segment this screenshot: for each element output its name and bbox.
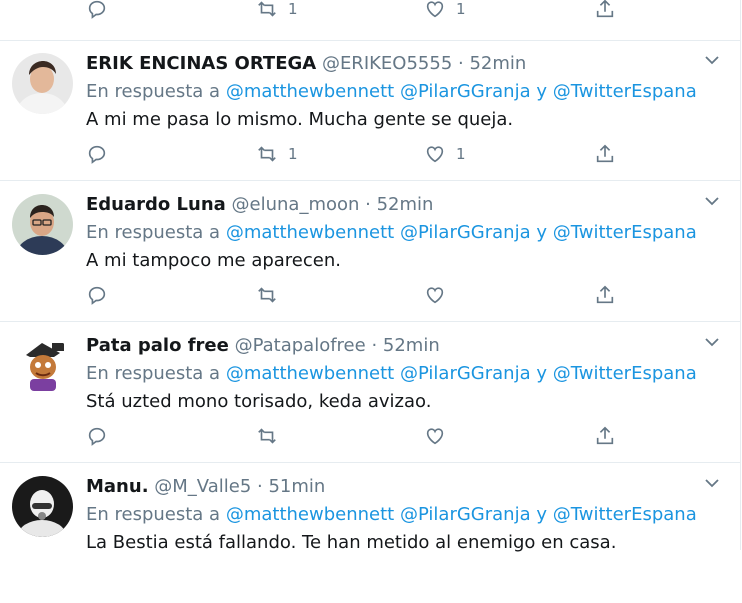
tweet-actions: 1 1 [86, 0, 626, 30]
mention-link[interactable]: @PilarGGranja [400, 504, 531, 525]
mention-link[interactable]: @TwitterEspana [553, 222, 697, 243]
reply-context: En respuesta a @matthewbennett @PilarGGr… [86, 504, 697, 526]
mention-link[interactable]: @PilarGGranja [400, 222, 531, 243]
tweet-actions: 1 1 [86, 141, 626, 167]
reply-and: y [536, 222, 548, 243]
like-count: 1 [456, 145, 466, 163]
reply-prefix: En respuesta a [86, 81, 221, 102]
reply-icon [86, 425, 108, 447]
display-name[interactable]: ERIK ENCINAS ORTEGA [86, 53, 316, 74]
share-button[interactable] [594, 141, 616, 167]
like-button[interactable] [424, 282, 456, 308]
reply-icon [86, 284, 108, 306]
mention-link[interactable]: @PilarGGranja [400, 81, 531, 102]
reply-button[interactable] [86, 423, 108, 449]
chevron-down-icon[interactable] [704, 334, 720, 350]
mention-link[interactable]: @PilarGGranja [400, 363, 531, 384]
retweet-button[interactable]: 1 [256, 0, 298, 22]
username[interactable]: @eluna_moon [232, 194, 360, 215]
reply-context: En respuesta a @matthewbennett @PilarGGr… [86, 363, 697, 385]
timestamp[interactable]: · 51min [257, 476, 325, 497]
avatar[interactable] [12, 194, 73, 255]
username[interactable]: @Patapalofree [235, 335, 366, 356]
tweet-text: Stá uzted mono torisado, keda avizao. [86, 391, 432, 412]
tweet-header: ERIK ENCINAS ORTEGA @ERIKEO5555 · 52min [86, 53, 526, 75]
tweet-actions [86, 282, 626, 308]
previous-tweet-actions: 1 1 [0, 0, 740, 41]
mention-link[interactable]: @TwitterEspana [553, 504, 697, 525]
heart-icon [424, 143, 446, 165]
retweet-button[interactable] [256, 282, 288, 308]
retweet-icon [256, 0, 278, 20]
like-button[interactable]: 1 [424, 0, 466, 22]
reply-context: En respuesta a @matthewbennett @PilarGGr… [86, 222, 697, 244]
display-name[interactable]: Manu. [86, 476, 149, 497]
avatar[interactable] [12, 476, 73, 537]
chevron-down-icon[interactable] [704, 475, 720, 491]
reply-prefix: En respuesta a [86, 504, 221, 525]
tweet-header: Pata palo free @Patapalofree · 52min [86, 335, 440, 357]
share-button[interactable] [594, 0, 616, 22]
share-icon [594, 284, 616, 306]
tweet[interactable]: Eduardo Luna @eluna_moon · 52min En resp… [0, 181, 740, 322]
retweet-button[interactable] [256, 423, 288, 449]
share-icon [594, 425, 616, 447]
tweet-text: La Bestia está fallando. Te han metido a… [86, 532, 617, 553]
tweet-actions [86, 423, 626, 449]
like-button[interactable] [424, 423, 456, 449]
retweet-icon [256, 284, 278, 306]
reply-prefix: En respuesta a [86, 222, 221, 243]
chevron-down-icon[interactable] [704, 52, 720, 68]
avatar[interactable] [12, 53, 73, 114]
heart-icon [424, 0, 446, 20]
timestamp[interactable]: · 52min [371, 335, 439, 356]
timeline-feed: 1 1 ERIK ENCINAS ORTEGA @ERIKEO5555 · 52… [0, 0, 741, 553]
like-button[interactable]: 1 [424, 141, 466, 167]
reply-icon [86, 0, 108, 20]
reply-button[interactable] [86, 282, 108, 308]
tweet[interactable]: Pata palo free @Patapalofree · 52min En … [0, 322, 740, 463]
mention-link[interactable]: @matthewbennett [226, 222, 394, 243]
reply-and: y [536, 504, 548, 525]
share-button[interactable] [594, 423, 616, 449]
chevron-down-icon[interactable] [704, 193, 720, 209]
reply-and: y [536, 81, 548, 102]
mention-link[interactable]: @matthewbennett [226, 504, 394, 525]
mention-link[interactable]: @TwitterEspana [553, 363, 697, 384]
tweet-header: Manu. @M_Valle5 · 51min [86, 476, 325, 498]
heart-icon [424, 425, 446, 447]
reply-prefix: En respuesta a [86, 363, 221, 384]
retweet-button[interactable]: 1 [256, 141, 298, 167]
reply-context: En respuesta a @matthewbennett @PilarGGr… [86, 81, 697, 103]
tweet[interactable]: ERIK ENCINAS ORTEGA @ERIKEO5555 · 52min … [0, 40, 740, 181]
mention-link[interactable]: @matthewbennett [226, 81, 394, 102]
mention-link[interactable]: @matthewbennett [226, 363, 394, 384]
reply-button[interactable] [86, 141, 108, 167]
display-name[interactable]: Eduardo Luna [86, 194, 226, 215]
tweet-header: Eduardo Luna @eluna_moon · 52min [86, 194, 433, 216]
share-icon [594, 0, 616, 20]
tweet[interactable]: Manu. @M_Valle5 · 51min En respuesta a @… [0, 463, 740, 603]
reply-icon [86, 143, 108, 165]
tweet-text: A mi tampoco me aparecen. [86, 250, 341, 271]
timestamp[interactable]: · 52min [458, 53, 526, 74]
tweet-text: A mi me pasa lo mismo. Mucha gente se qu… [86, 109, 514, 130]
retweet-count: 1 [288, 145, 298, 163]
timestamp[interactable]: · 52min [365, 194, 433, 215]
username[interactable]: @M_Valle5 [154, 476, 251, 497]
reply-button[interactable] [86, 0, 108, 22]
like-count: 1 [456, 0, 466, 18]
display-name[interactable]: Pata palo free [86, 335, 229, 356]
retweet-count: 1 [288, 0, 298, 18]
mention-link[interactable]: @TwitterEspana [553, 81, 697, 102]
avatar[interactable] [12, 335, 73, 396]
retweet-icon [256, 425, 278, 447]
username[interactable]: @ERIKEO5555 [322, 53, 452, 74]
heart-icon [424, 284, 446, 306]
share-button[interactable] [594, 282, 616, 308]
reply-and: y [536, 363, 548, 384]
retweet-icon [256, 143, 278, 165]
share-icon [594, 143, 616, 165]
